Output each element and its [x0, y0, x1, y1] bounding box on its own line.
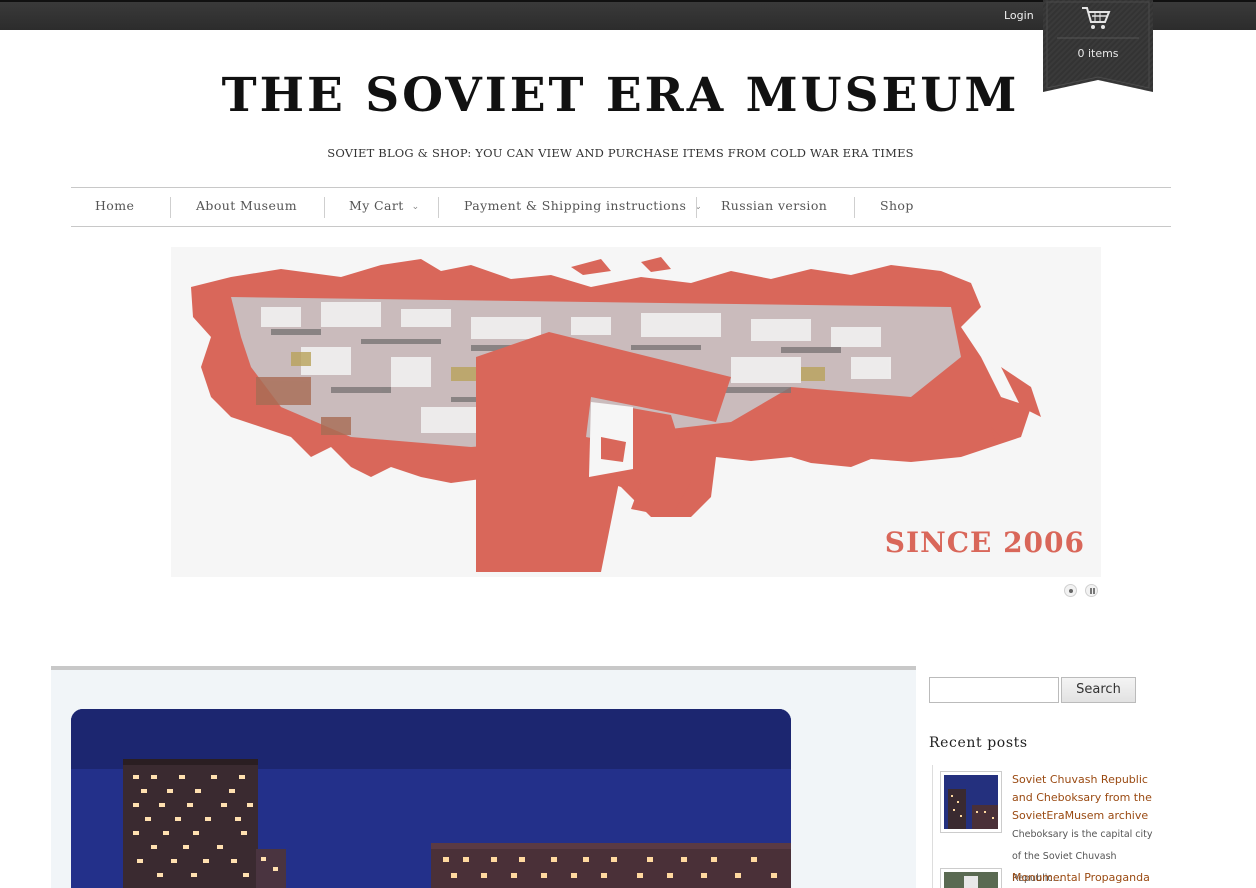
search-button[interactable]: Search: [1061, 677, 1136, 703]
nav-divider: [438, 197, 439, 218]
nav-divider: [696, 197, 697, 218]
nav-item-payment-shipping[interactable]: Payment & Shipping instructions ⌄: [464, 198, 702, 218]
hero-slider[interactable]: SINCE 2006: [171, 247, 1101, 577]
site-title[interactable]: THE SOVIET ERA MUSEUM: [0, 68, 1241, 123]
recent-posts-divider: [932, 765, 933, 888]
cart-count: 0 items: [1077, 47, 1119, 60]
pause-icon: [1090, 588, 1092, 594]
nav-item-shop[interactable]: Shop: [880, 198, 914, 218]
recent-posts-title: Recent posts: [929, 735, 1028, 751]
slider-dot-1[interactable]: [1064, 584, 1077, 597]
nav-item-label: My Cart: [349, 198, 404, 213]
login-link[interactable]: Login: [1004, 9, 1034, 22]
site-tagline: SOVIET BLOG & SHOP: YOU CAN VIEW AND PUR…: [327, 146, 914, 160]
night-city-thumbnail: [944, 775, 998, 829]
recent-post-title-link[interactable]: Monumental Propaganda in: [1012, 869, 1162, 888]
nav-item-label: Payment & Shipping instructions: [464, 198, 687, 213]
main-content: [51, 666, 916, 888]
search-input[interactable]: [929, 677, 1059, 703]
shopping-cart-icon: [1082, 7, 1111, 29]
recent-post-thumbnail[interactable]: [940, 771, 1002, 833]
slider-pause-button[interactable]: [1085, 584, 1098, 597]
chevron-down-icon: ⌄: [411, 202, 420, 212]
featured-post-image[interactable]: [71, 709, 791, 888]
main-nav: Home About Museum My Cart ⌄ Payment & Shi…: [71, 187, 1171, 227]
nav-divider: [324, 197, 325, 218]
nav-item-home[interactable]: Home: [95, 198, 134, 218]
nav-item-russian-version[interactable]: Russian version: [721, 198, 827, 218]
slider-caption: SINCE 2006: [884, 526, 1085, 559]
nav-item-my-cart[interactable]: My Cart ⌄: [349, 198, 420, 218]
nav-divider: [170, 197, 171, 218]
nav-item-about-museum[interactable]: About Museum: [196, 198, 297, 218]
nav-divider: [854, 197, 855, 218]
pause-icon: [1093, 588, 1095, 594]
active-dot-icon: [1069, 589, 1073, 593]
night-city-photo: [71, 709, 791, 888]
recent-post-thumbnail[interactable]: [940, 868, 1002, 888]
statue-thumbnail: [944, 872, 998, 888]
recent-post-title-link[interactable]: Soviet Chuvash Republic and Cheboksary f…: [1012, 771, 1162, 825]
